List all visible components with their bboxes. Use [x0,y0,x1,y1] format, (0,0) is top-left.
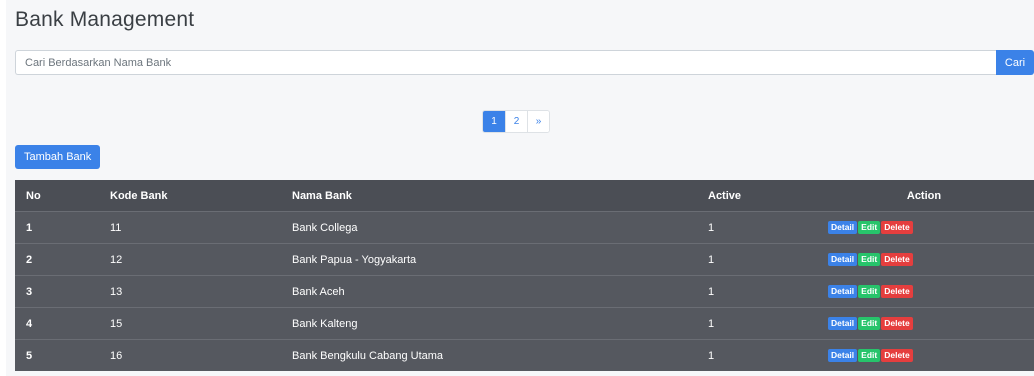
cell-nama-bank: Bank Bengkulu Cabang Utama [281,339,697,371]
edit-button[interactable]: Edit [858,285,881,298]
cell-kode-bank: 16 [99,339,281,371]
table-header-row: No Kode Bank Nama Bank Active Action [15,180,1034,212]
cell-no: 5 [15,339,99,371]
page-link-2[interactable]: 2 [505,111,527,132]
table-row: 4 15 Bank Kalteng 1 Detail Edit Delete [15,307,1034,340]
search-bar: Cari [15,50,1034,75]
delete-button[interactable]: Delete [881,317,913,330]
delete-button[interactable]: Delete [881,349,913,362]
main-content: Bank Management Cari 1 2 » Tambah Bank N… [6,0,1034,376]
column-header-action: Action [814,180,1034,212]
column-header-kode-bank: Kode Bank [99,180,281,212]
search-button[interactable]: Cari [996,50,1034,75]
add-bank-button[interactable]: Tambah Bank [15,145,101,169]
cell-no: 1 [15,211,99,244]
column-header-nama-bank: Nama Bank [281,180,697,212]
cell-kode-bank: 13 [99,275,281,308]
page: Bank Management Cari 1 2 » Tambah Bank N… [0,0,1034,376]
table-row: 5 16 Bank Bengkulu Cabang Utama 1 Detail… [15,339,1034,371]
delete-button[interactable]: Delete [881,221,913,234]
detail-button[interactable]: Detail [828,349,858,362]
cell-active: 1 [697,307,814,340]
page-next[interactable]: » [527,111,549,132]
cell-action: Detail Edit Delete [814,275,1034,308]
detail-button[interactable]: Detail [828,285,858,298]
cell-action: Detail Edit Delete [814,307,1034,340]
page-title: Bank Management [15,8,195,31]
edit-button[interactable]: Edit [858,349,881,362]
cell-action: Detail Edit Delete [814,211,1034,244]
cell-nama-bank: Bank Kalteng [281,307,697,340]
cell-no: 2 [15,243,99,276]
detail-button[interactable]: Detail [828,253,858,266]
detail-button[interactable]: Detail [828,317,858,330]
cell-active: 1 [697,275,814,308]
page-link-1[interactable]: 1 [483,111,505,132]
edit-button[interactable]: Edit [858,221,881,234]
table-row: 1 11 Bank Collega 1 Detail Edit Delete [15,211,1034,244]
table-row: 2 12 Bank Papua - Yogyakarta 1 Detail Edi… [15,243,1034,276]
cell-kode-bank: 11 [99,211,281,244]
table-row: 3 13 Bank Aceh 1 Detail Edit Delete [15,275,1034,308]
edit-button[interactable]: Edit [858,317,881,330]
cell-kode-bank: 12 [99,243,281,276]
cell-action: Detail Edit Delete [814,339,1034,371]
cell-nama-bank: Bank Collega [281,211,697,244]
bank-table: No Kode Bank Nama Bank Active Action 1 1… [15,180,1034,371]
detail-button[interactable]: Detail [828,221,858,234]
column-header-no: No [15,180,99,212]
cell-active: 1 [697,211,814,244]
cell-no: 3 [15,275,99,308]
column-header-active: Active [697,180,814,212]
pagination: 1 2 » [482,110,550,133]
edit-button[interactable]: Edit [858,253,881,266]
cell-no: 4 [15,307,99,340]
cell-active: 1 [697,339,814,371]
cell-kode-bank: 15 [99,307,281,340]
delete-button[interactable]: Delete [881,253,913,266]
cell-action: Detail Edit Delete [814,243,1034,276]
cell-nama-bank: Bank Aceh [281,275,697,308]
cell-active: 1 [697,243,814,276]
delete-button[interactable]: Delete [881,285,913,298]
cell-nama-bank: Bank Papua - Yogyakarta [281,243,697,276]
search-input[interactable] [15,50,996,75]
